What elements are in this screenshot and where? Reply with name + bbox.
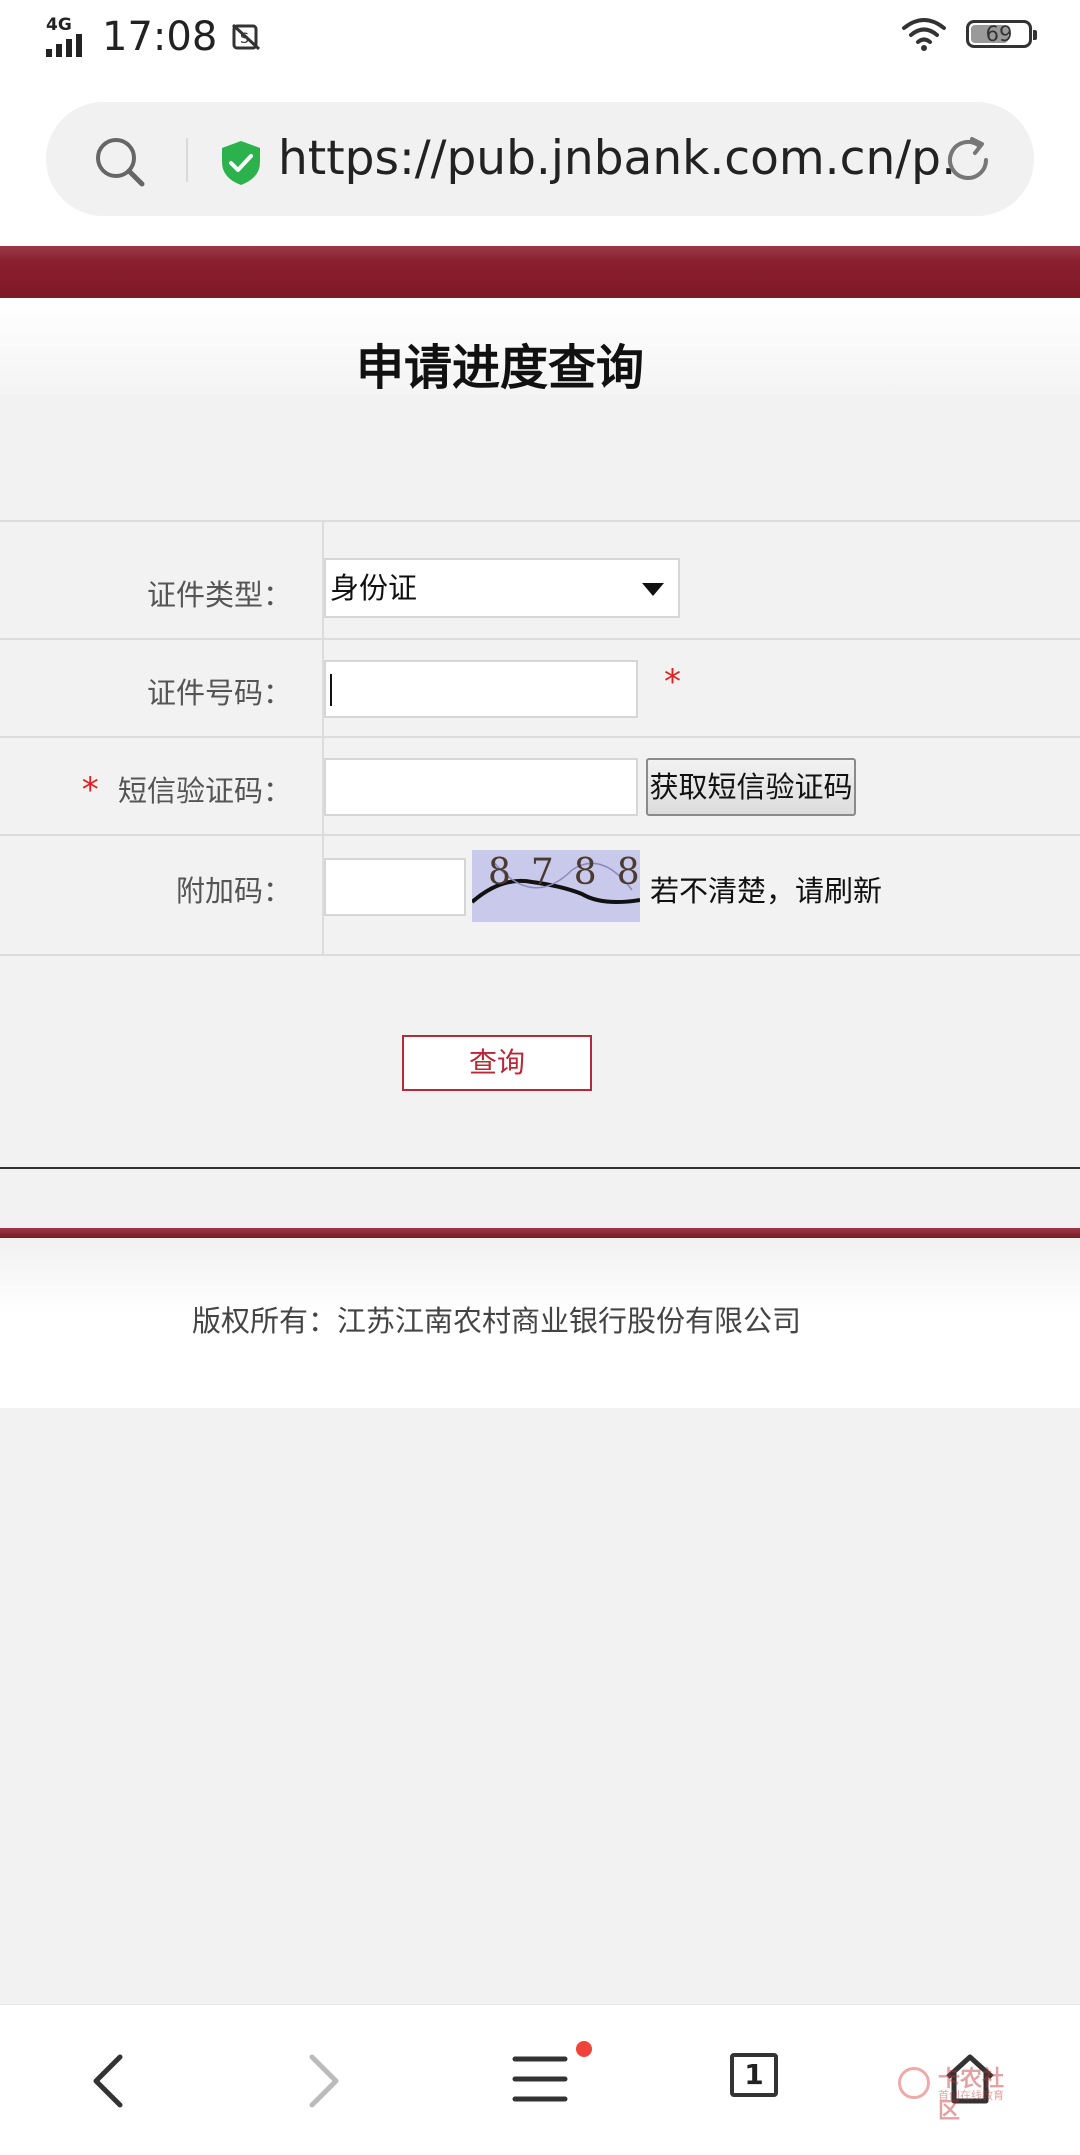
- forward-icon[interactable]: [304, 2053, 344, 2109]
- captcha-image[interactable]: 8788: [472, 850, 640, 922]
- page-title: 申请进度查询: [355, 340, 644, 396]
- no-sim-icon: S: [232, 23, 261, 51]
- id-number-label: 证件号码：: [146, 676, 292, 710]
- cellular-signal-icon: 4G: [46, 15, 92, 59]
- row-id-number: 证件号码： *: [0, 640, 1080, 738]
- address-divider: [186, 138, 188, 182]
- dropdown-caret-icon: [642, 583, 664, 596]
- id-type-select[interactable]: 身份证: [324, 558, 680, 618]
- row-id-type: 证件类型： 身份证: [0, 522, 1080, 640]
- battery-level: 69: [985, 22, 1013, 46]
- title-area: 申请进度查询: [0, 298, 1080, 396]
- row-sms-code: * 短信验证码： 获取短信验证码: [0, 738, 1080, 836]
- notification-dot: [576, 2041, 592, 2057]
- id-type-label: 证件类型：: [146, 578, 292, 612]
- menu-icon[interactable]: [512, 2053, 568, 2105]
- id-number-input[interactable]: [324, 660, 638, 718]
- sms-code-input[interactable]: [324, 758, 638, 816]
- copyright-text: 版权所有：江苏江南农村商业银行股份有限公司: [192, 1304, 802, 1338]
- get-sms-code-button[interactable]: 获取短信验证码: [646, 758, 856, 816]
- query-button[interactable]: 查询: [402, 1035, 592, 1091]
- tabs-button[interactable]: 1: [730, 2053, 778, 2097]
- status-bar: 4G 17:08 S 69: [0, 0, 1080, 72]
- captcha-text: 8788: [488, 852, 640, 893]
- text-cursor: [330, 674, 332, 706]
- url-text[interactable]: https://pub.jnbank.com.cn/p…: [278, 128, 958, 190]
- wifi-icon: [902, 18, 946, 51]
- content-bottom-rule: [0, 1167, 1080, 1169]
- status-time: 17:08: [102, 14, 218, 60]
- captcha-refresh-hint[interactable]: 若不清楚，请刷新: [650, 868, 882, 910]
- captcha-input[interactable]: [324, 858, 466, 916]
- back-icon[interactable]: [88, 2053, 128, 2109]
- reload-icon[interactable]: [942, 134, 994, 186]
- captcha-label: 附加码：: [175, 874, 292, 908]
- required-mark: *: [81, 770, 99, 810]
- header-band: [0, 246, 1080, 298]
- browser-bottom-nav: 1 卡农社区 首创在线教育: [0, 2004, 1080, 2155]
- svg-text:S: S: [240, 31, 249, 47]
- address-bar[interactable]: https://pub.jnbank.com.cn/p…: [46, 102, 1034, 216]
- watermark: 卡农社区 首创在线教育: [898, 2061, 1018, 2124]
- tab-count: 1: [730, 2053, 778, 2097]
- footer-band: [0, 1228, 1080, 1238]
- browser-toolbar: https://pub.jnbank.com.cn/p…: [0, 72, 1080, 246]
- network-type: 4G: [46, 15, 72, 35]
- footer: 版权所有：江苏江南农村商业银行股份有限公司: [0, 1238, 1080, 1408]
- search-icon[interactable]: [94, 136, 146, 188]
- sms-code-label-wrap: * 短信验证码：: [0, 768, 292, 810]
- secure-shield-icon: [222, 141, 260, 185]
- watermark-line2: 首创在线教育: [938, 2089, 1004, 2102]
- watermark-logo-icon: [898, 2067, 930, 2099]
- battery-icon: 69: [966, 20, 1037, 48]
- row-captcha: 附加码： 8788 若不清楚，请刷新: [0, 836, 1080, 956]
- required-mark: *: [664, 662, 681, 702]
- id-type-value: 身份证: [330, 571, 418, 605]
- sms-code-label: 短信验证码：: [117, 774, 292, 808]
